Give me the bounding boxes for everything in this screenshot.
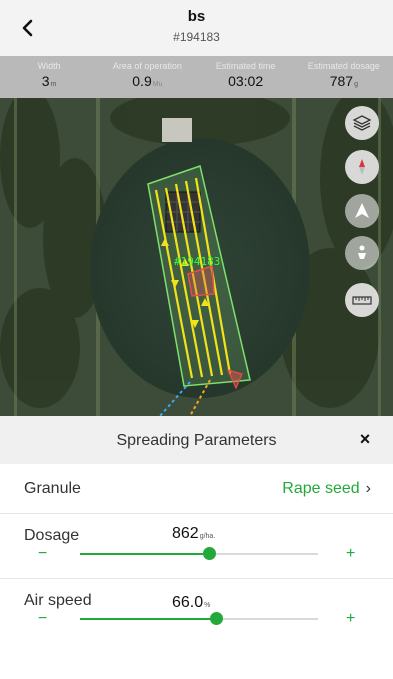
- air-speed-label: Air speed: [24, 592, 92, 609]
- stat-unit: Mu: [152, 81, 163, 88]
- stat-value: 3m: [0, 73, 98, 89]
- ruler-icon[interactable]: [345, 283, 379, 317]
- granule-selector[interactable]: Rape seed ›: [282, 480, 371, 498]
- air-speed-value: 66.0: [172, 594, 204, 611]
- air-speed-slider-thumb[interactable]: [209, 612, 223, 625]
- air-speed-unit: %: [204, 602, 211, 609]
- granule-row[interactable]: Granule Rape seed ›: [0, 464, 393, 514]
- dosage-slider-thumb[interactable]: [202, 547, 216, 560]
- dosage-row: Dosage 862g/ha. − +: [0, 515, 393, 579]
- granule-label: Granule: [24, 480, 81, 497]
- layers-icon[interactable]: [345, 106, 379, 140]
- stat-estimated-time: Estimated time 03:02: [197, 56, 295, 98]
- page-title: bs: [187, 8, 206, 25]
- chevron-right-icon: ›: [365, 480, 371, 497]
- stat-value: 787g: [295, 73, 393, 89]
- stat-value: 03:02: [197, 73, 295, 89]
- stat-label: Width: [37, 61, 61, 71]
- satellite-map[interactable]: #194183: [0, 98, 393, 416]
- stat-area: Area of operation 0.9Mu: [98, 56, 196, 98]
- dosage-slider[interactable]: [80, 547, 318, 560]
- stat-number: 0.9: [132, 73, 152, 89]
- navigate-icon[interactable]: [345, 194, 379, 228]
- spreading-parameters-panel: Spreading Parameters × Granule Rape seed…: [0, 416, 393, 679]
- stat-unit: g: [354, 81, 358, 88]
- dosage-increase-button[interactable]: +: [346, 545, 355, 563]
- stat-label: Estimated time: [215, 61, 276, 71]
- close-icon[interactable]: ×: [356, 430, 374, 448]
- stat-width: Width 3m: [0, 56, 98, 98]
- stat-number: 787: [329, 73, 354, 89]
- top-bar: bs #194183: [0, 0, 393, 56]
- granule-value: Rape seed: [282, 480, 360, 497]
- dosage-label: Dosage: [24, 527, 80, 544]
- dosage-slider-fill: [80, 553, 209, 555]
- panel-title: Spreading Parameters: [116, 432, 277, 449]
- panel-header: Spreading Parameters ×: [0, 416, 393, 464]
- dosage-unit: g/ha.: [199, 533, 216, 540]
- dosage-readout: 862g/ha.: [172, 525, 215, 543]
- stat-number: 03:02: [228, 73, 264, 89]
- air-speed-row: Air speed 66.0% − +: [0, 580, 393, 644]
- air-speed-slider[interactable]: [80, 612, 318, 625]
- air-speed-increase-button[interactable]: +: [346, 610, 355, 628]
- dosage-decrease-button[interactable]: −: [38, 545, 47, 563]
- stat-label: Estimated dosage: [307, 61, 380, 71]
- stat-value: 0.9Mu: [98, 73, 196, 89]
- field-id-label: #194183: [174, 255, 221, 268]
- stat-unit: m: [50, 81, 57, 88]
- compass-icon[interactable]: [345, 150, 379, 184]
- air-speed-readout: 66.0%: [172, 594, 210, 612]
- stat-label: Area of operation: [112, 61, 182, 71]
- air-speed-decrease-button[interactable]: −: [38, 610, 47, 628]
- task-id: #194183: [173, 30, 220, 44]
- stat-number: 3: [41, 73, 50, 89]
- operation-stats-bar: Width 3m Area of operation 0.9Mu Estimat…: [0, 56, 393, 98]
- stat-estimated-dosage: Estimated dosage 787g: [295, 56, 393, 98]
- person-location-icon[interactable]: [345, 236, 379, 270]
- air-speed-slider-fill: [80, 618, 216, 620]
- dosage-value: 862: [172, 525, 199, 542]
